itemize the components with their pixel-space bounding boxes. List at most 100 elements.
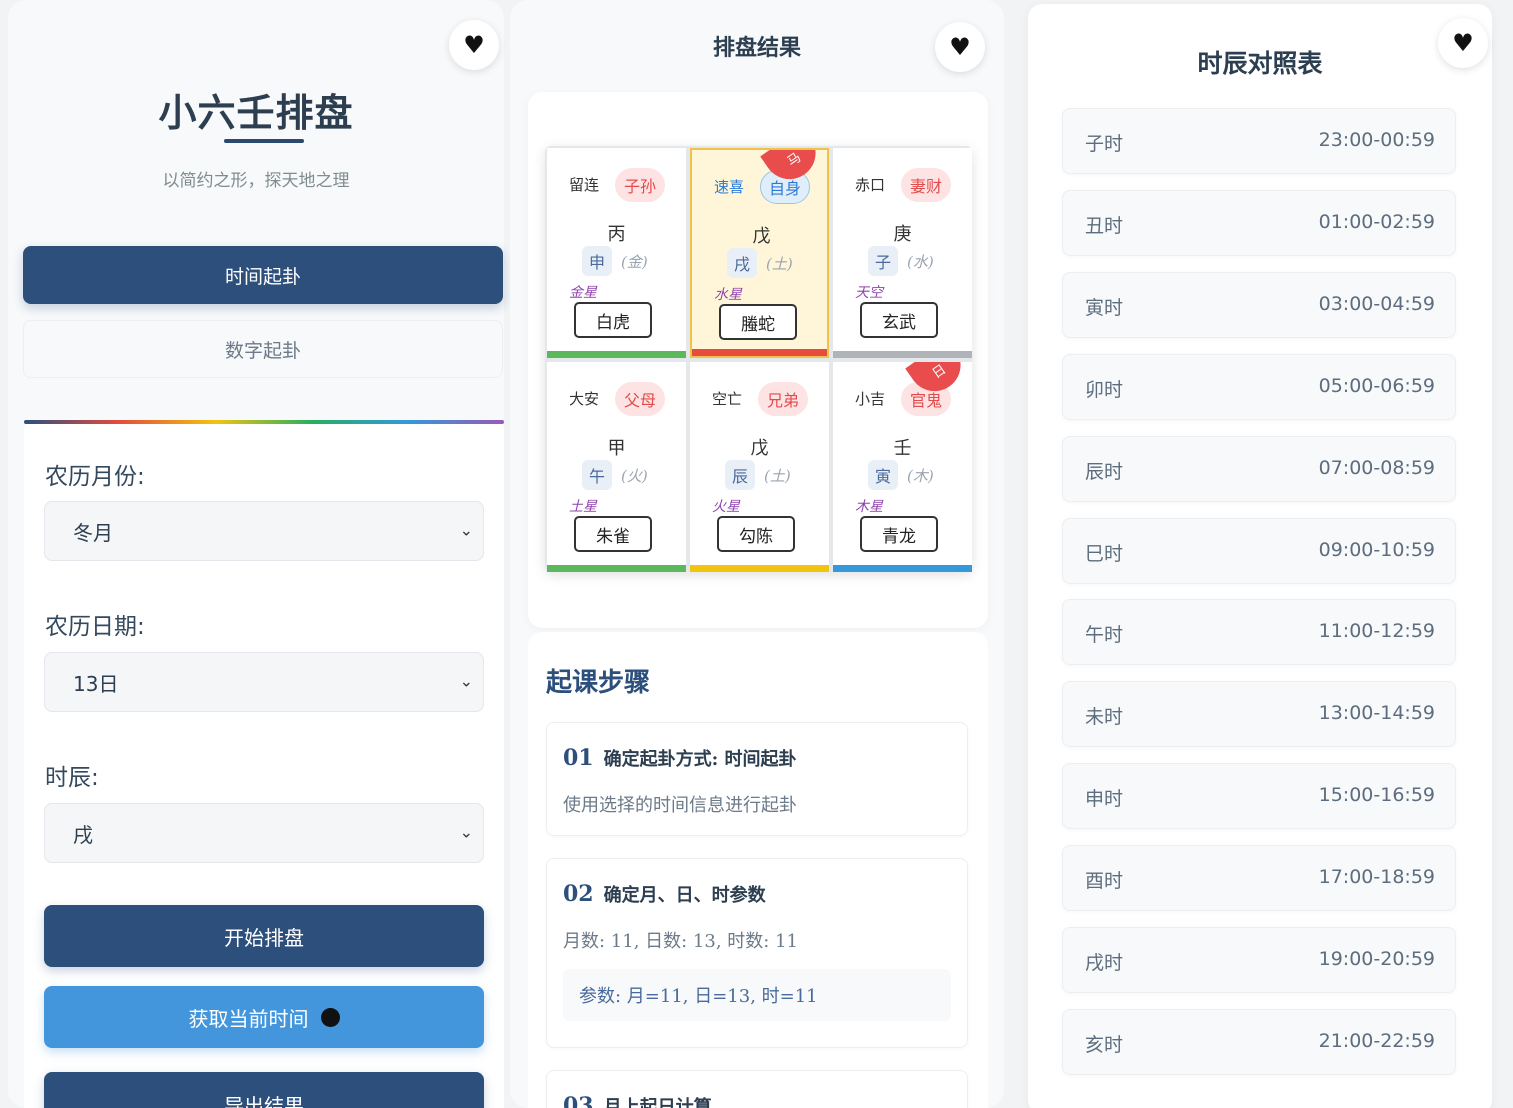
start-divination-button[interactable]: 开始排盘 (44, 905, 484, 967)
step-title: 月上起日计算 (603, 1097, 712, 1108)
day-select[interactable]: 13日 ⌄ (44, 652, 484, 712)
title-underline (224, 139, 304, 143)
hour-range: 09:00-10:59 (1318, 538, 1435, 561)
five-element: (水) (907, 253, 934, 271)
relation-badge: 子孙 (615, 168, 665, 202)
spirit-badge: 青龙 (860, 516, 938, 552)
day-label: 农历日期: (45, 614, 145, 640)
heart-icon[interactable]: ♥ (935, 22, 985, 72)
rainbow-divider (24, 420, 504, 424)
hour-name: 未时 (1085, 706, 1124, 729)
get-current-time-button[interactable]: 获取当前时间 (44, 986, 484, 1048)
step-number: 03 (563, 1093, 594, 1108)
star-label: 金星 (569, 285, 597, 301)
result-panel: 排盘结果 ♥ 留连 子孙丙申 (金) 金星 白虎 速喜 自身戊戌 (土) 水星 螣蛇马赤口 妻财庚子… (510, 0, 1004, 1108)
chevron-down-icon: ⌄ (459, 671, 473, 691)
time-table-row: 未时 13:00-14:59 (1062, 681, 1456, 748)
step-title: 确定月、日、时参数 (603, 885, 766, 906)
earthly-branch: 戌 (727, 248, 757, 278)
relation-badge: 父母 (615, 382, 665, 416)
five-element: (木) (907, 467, 934, 485)
star-label: 火星 (712, 499, 740, 515)
time-table-row: 戌时 19:00-20:59 (1062, 927, 1456, 993)
heart-icon[interactable]: ♥ (1438, 18, 1488, 68)
time-table-row: 卯时 05:00-06:59 (1062, 353, 1456, 420)
heavenly-stem: 丙 (607, 224, 626, 245)
step-item: 03 月上起日计算 (546, 1070, 968, 1108)
star-label: 木星 (855, 499, 883, 515)
step-title: 确定起卦方式: 时间起卦 (603, 749, 797, 770)
heavenly-stem: 庚 (893, 224, 912, 245)
page-subtitle: 以简约之形，探天地之理 (162, 171, 350, 191)
spirit-badge: 朱雀 (574, 516, 652, 552)
current-time-button-label: 获取当前时间 (188, 1006, 309, 1031)
five-element: (金) (621, 253, 648, 271)
earthly-branch: 申 (582, 246, 612, 276)
tab-time-divination[interactable]: 时间起卦 (23, 246, 503, 304)
earthly-branch: 辰 (725, 460, 755, 490)
step-description: 月数: 11, 日数: 13, 时数: 11 (563, 931, 798, 952)
hour-name: 酉时 (1085, 870, 1124, 893)
hour-label: 时辰: (45, 765, 99, 791)
hour-name: 戌时 (1085, 952, 1124, 974)
palace-cell: 速喜 自身戊戌 (土) 水星 螣蛇马 (690, 148, 829, 358)
hour-select[interactable]: 戌 ⌄ (44, 803, 484, 863)
hour-range: 13:00-14:59 (1318, 702, 1435, 725)
five-element: (土) (764, 467, 791, 485)
palace-cell: 留连 子孙丙申 (金) 金星 白虎 (547, 148, 686, 358)
time-table-row: 子时 23:00-00:59 (1062, 108, 1456, 174)
month-select[interactable]: 冬月 ⌄ (44, 501, 484, 561)
hour-range: 01:00-02:59 (1318, 210, 1435, 233)
step-number: 01 (563, 745, 594, 771)
step-description: 使用选择的时间信息进行起卦 (563, 795, 797, 816)
relation-badge: 兄弟 (758, 382, 808, 416)
palace-cell: 小吉 官鬼壬寅 (木) 木星 青龙日 (833, 362, 972, 572)
chevron-down-icon: ⌄ (459, 520, 473, 540)
month-label: 农历月份: (45, 464, 145, 490)
palace-color-bar (833, 351, 972, 358)
hour-name: 寅时 (1085, 296, 1124, 319)
chevron-down-icon: ⌄ (459, 822, 473, 842)
step-item: 02 确定月、日、时参数 月数: 11, 日数: 13, 时数: 11 参数: 月… (546, 858, 968, 1048)
palace-name: 速喜 (714, 178, 745, 196)
hour-name: 卯时 (1085, 378, 1124, 401)
tab-number-divination[interactable]: 数字起卦 (23, 320, 503, 378)
day-select-value: 13日 (73, 671, 119, 696)
time-table-row: 丑时 01:00-02:59 (1062, 189, 1456, 256)
spirit-badge: 白虎 (574, 302, 652, 338)
spirit-badge: 螣蛇 (719, 304, 797, 340)
hour-name: 子时 (1085, 133, 1124, 155)
hour-range: 21:00-22:59 (1318, 1029, 1435, 1052)
step-number: 02 (563, 881, 594, 907)
heavenly-stem: 戊 (752, 226, 771, 247)
spirit-badge: 玄武 (860, 302, 938, 338)
palace-name: 大安 (569, 390, 600, 408)
hour-range: 15:00-16:59 (1318, 784, 1435, 807)
palace-color-bar (833, 565, 972, 572)
month-select-value: 冬月 (73, 520, 113, 545)
input-panel: ♥ 小六壬排盘 以简约之形，探天地之理 时间起卦 数字起卦 农历月份: 冬月 ⌄… (8, 0, 504, 1108)
relation-badge: 妻财 (901, 168, 951, 202)
hour-range: 17:00-18:59 (1318, 866, 1435, 889)
start-button-label: 开始排盘 (224, 925, 304, 950)
palace-board: 留连 子孙丙申 (金) 金星 白虎 速喜 自身戊戌 (土) 水星 螣蛇马赤口 妻财庚子 (水) 天空 玄武… (545, 146, 972, 572)
time-table-row: 申时 15:00-16:59 (1062, 763, 1456, 830)
earthly-branch: 寅 (868, 460, 898, 490)
hour-range: 19:00-20:59 (1318, 948, 1435, 970)
heavenly-stem: 甲 (607, 438, 626, 459)
palace-color-bar (547, 565, 686, 572)
time-table-row: 寅时 03:00-04:59 (1062, 271, 1456, 338)
palace-cell: 大安 父母甲午 (火) 土星 朱雀 (547, 362, 686, 572)
time-table-row: 巳时 09:00-10:59 (1062, 517, 1456, 584)
time-table-row: 辰时 07:00-08:59 (1062, 435, 1456, 502)
hour-name: 巳时 (1085, 542, 1124, 565)
hour-select-value: 戌 (73, 822, 93, 847)
page-title: 小六壬排盘 (158, 90, 354, 135)
steps-title: 起课步骤 (546, 668, 651, 698)
step-params-box: 参数: 月=11, 日=13, 时=11 (563, 969, 951, 1021)
export-result-button[interactable]: 导出结果 (44, 1072, 484, 1108)
heart-icon[interactable]: ♥ (449, 20, 499, 70)
spirit-badge: 勾陈 (717, 516, 795, 552)
time-table-row: 酉时 17:00-18:59 (1062, 845, 1456, 912)
earthly-branch: 子 (868, 246, 898, 276)
